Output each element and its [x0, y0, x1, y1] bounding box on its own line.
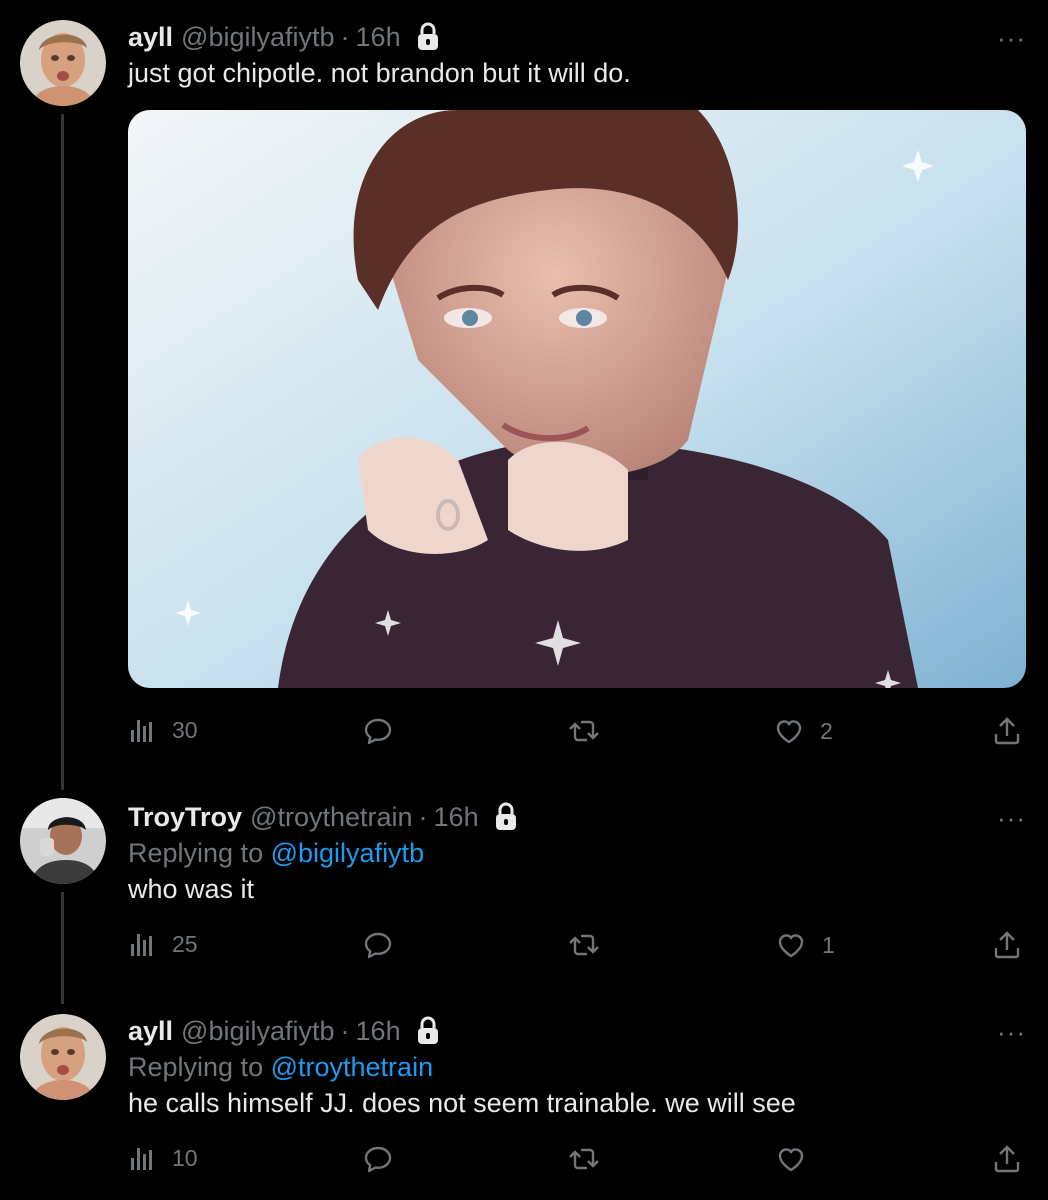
display-name[interactable]: ayll	[128, 1014, 173, 1048]
share-icon	[994, 1145, 1020, 1173]
like-count: 1	[822, 931, 835, 958]
user-handle[interactable]: @bigilyafiytb	[181, 20, 334, 54]
heart-icon	[778, 1148, 804, 1172]
tweet-header: TroyTroy @troythetrain · 16h	[128, 800, 519, 834]
retweet-button[interactable]	[568, 1144, 602, 1174]
tweet-header: ayll @bigilyafiytb · 16h	[128, 1014, 441, 1048]
views-count: 30	[172, 716, 198, 743]
timestamp[interactable]: 16h	[434, 800, 479, 834]
analytics-icon	[131, 934, 152, 956]
analytics-icon	[131, 720, 152, 742]
lock-icon	[416, 22, 440, 52]
views-button[interactable]: 30	[130, 716, 198, 744]
tweet[interactable]: TroyTroy @troythetrain · 16h ··· Replyin…	[0, 790, 1048, 1000]
more-options-button[interactable]: ···	[997, 1019, 1026, 1045]
tweet-text: he calls himself JJ. does not seem train…	[128, 1088, 796, 1118]
reply-button[interactable]	[364, 1144, 394, 1174]
more-options-button[interactable]: ···	[997, 25, 1026, 51]
separator: ·	[340, 1016, 350, 1046]
replying-prefix: Replying to	[128, 838, 264, 868]
share-icon	[994, 717, 1020, 745]
share-button[interactable]	[992, 716, 1022, 746]
like-button[interactable]: 2	[774, 716, 833, 746]
separator: ·	[418, 802, 428, 832]
retweet-icon	[568, 1148, 600, 1170]
tweet-text: just got chipotle. not brandon but it wi…	[128, 58, 631, 88]
retweet-icon	[568, 934, 600, 956]
display-name[interactable]: TroyTroy	[128, 800, 242, 834]
replying-prefix: Replying to	[128, 1052, 264, 1082]
mention-link[interactable]: @troythetrain	[271, 1052, 433, 1082]
avatar[interactable]	[20, 20, 106, 106]
reply-icon	[364, 1146, 392, 1173]
views-button[interactable]: 25	[130, 930, 198, 958]
retweet-button[interactable]	[568, 930, 602, 960]
heart-icon	[776, 720, 802, 744]
reply-button[interactable]	[364, 716, 394, 746]
share-button[interactable]	[992, 930, 1022, 960]
tweet-header: ayll @bigilyafiytb · 16h	[128, 20, 441, 54]
lock-icon	[494, 802, 518, 832]
mention-link[interactable]: @bigilyafiytb	[271, 838, 424, 868]
like-button[interactable]: 1	[776, 930, 835, 960]
like-count: 2	[820, 717, 833, 744]
tweet-actions: 30 2	[128, 716, 1028, 756]
views-button[interactable]: 10	[130, 1144, 198, 1172]
share-button[interactable]	[992, 1144, 1022, 1174]
tweet[interactable]: ayll @bigilyafiytb · 16h ··· just got ch…	[0, 0, 1048, 780]
retweet-icon	[568, 720, 600, 742]
views-count: 10	[172, 1144, 198, 1171]
lock-icon	[416, 1016, 440, 1046]
tweet-actions: 25 1	[128, 930, 1028, 970]
views-count: 25	[172, 930, 198, 957]
more-options-button[interactable]: ···	[997, 805, 1026, 831]
reply-button[interactable]	[364, 930, 394, 960]
replying-to: Replying to @bigilyafiytb	[128, 836, 424, 870]
timestamp[interactable]: 16h	[356, 20, 401, 54]
like-button[interactable]	[776, 1144, 806, 1174]
tweet-image[interactable]	[128, 110, 1026, 688]
reply-icon	[364, 932, 392, 959]
reply-icon	[364, 718, 392, 745]
separator: ·	[340, 22, 350, 52]
tweet[interactable]: ayll @bigilyafiytb · 16h ··· Replying to…	[0, 1004, 1048, 1200]
retweet-button[interactable]	[568, 716, 602, 746]
avatar[interactable]	[20, 798, 106, 884]
avatar[interactable]	[20, 1014, 106, 1100]
display-name[interactable]: ayll	[128, 20, 173, 54]
analytics-icon	[131, 1148, 152, 1170]
tweet-actions: 10	[128, 1144, 1028, 1184]
replying-to: Replying to @troythetrain	[128, 1050, 433, 1084]
heart-icon	[778, 934, 804, 958]
user-handle[interactable]: @bigilyafiytb	[181, 1014, 334, 1048]
timestamp[interactable]: 16h	[356, 1014, 401, 1048]
tweet-text: who was it	[128, 874, 255, 904]
share-icon	[994, 931, 1020, 959]
user-handle[interactable]: @troythetrain	[250, 800, 412, 834]
